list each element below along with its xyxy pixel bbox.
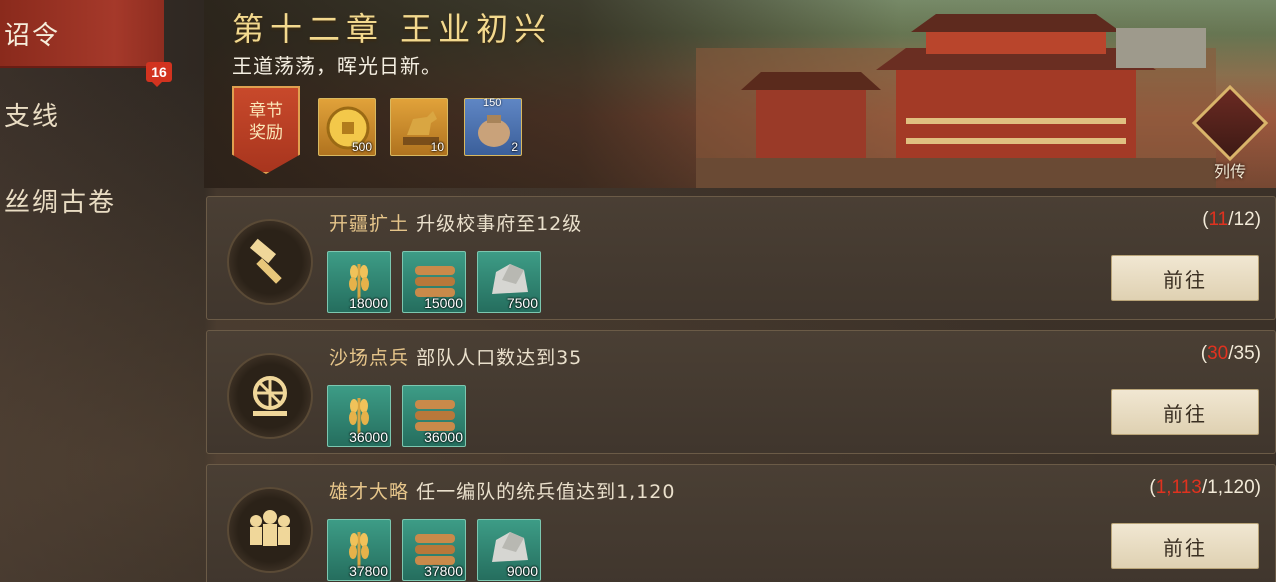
progress-current: 11 [1208, 209, 1229, 230]
task-icon [227, 487, 313, 573]
task-name: 开疆扩土 [329, 213, 410, 235]
reward-qty: 36000 [349, 429, 388, 445]
reward-qty: 36000 [424, 429, 463, 445]
go-button[interactable]: 前往 [1111, 389, 1259, 435]
sidebar-item-label: 丝绸古卷 [4, 187, 117, 218]
reward-wheat[interactable]: 36000 [327, 385, 391, 447]
notification-badge: 16 [146, 62, 172, 87]
reward-qty: 7500 [506, 295, 538, 311]
reward-wood[interactable]: 36000 [402, 385, 466, 447]
task-card: 雄才大略 任一编队的统兵值达到1,120 (1,113/1,120) 37800… [206, 464, 1276, 582]
task-name: 雄才大略 [329, 481, 410, 503]
reward-qty: 9000 [506, 563, 538, 579]
task-card: 沙场点兵 部队人口数达到35 (30/35) 36000 36000 前往 [206, 330, 1276, 454]
progress-total: 1,120 [1207, 477, 1255, 498]
progress-close: ) [1254, 343, 1261, 364]
go-button[interactable]: 前往 [1111, 255, 1259, 301]
biography-label: 列传 [1213, 162, 1246, 181]
task-progress: (30/35) [1201, 343, 1261, 365]
wheel-icon [253, 376, 287, 416]
task-title: 雄才大略 任一编队的统兵值达到1,120 [329, 477, 675, 504]
reward-qty: 37800 [349, 563, 388, 579]
reward-wheat[interactable]: 37800 [327, 519, 391, 581]
reward-wood[interactable]: 15000 [402, 251, 466, 313]
sidebar: 诏令 16 支线 丝绸古卷 [0, 0, 200, 582]
sidebar-item-branch[interactable]: 支线 [0, 84, 164, 144]
chapter-reward-tag: 章节 奖励 [232, 86, 300, 174]
sidebar-item-edict[interactable]: 诏令 [0, 0, 164, 68]
sidebar-item-label: 支线 [4, 101, 61, 132]
reward-sack[interactable]: 150 2 [464, 97, 522, 156]
chapter-title: 第十二章 王业初兴 [232, 10, 553, 48]
progress-current: 1,113 [1155, 477, 1202, 498]
progress-close: ) [1254, 209, 1261, 230]
reward-wheat[interactable]: 18000 [327, 251, 391, 313]
sidebar-item-label: 诏令 [4, 20, 61, 51]
reward-qty: 15000 [424, 295, 463, 311]
reward-bronze-horse[interactable]: 10 [390, 98, 448, 156]
task-name: 沙场点兵 [329, 347, 410, 369]
soldiers-icon [250, 510, 290, 546]
progress-current: 30 [1207, 343, 1229, 364]
task-desc: 部队人口数达到35 [416, 347, 583, 369]
reward-stone[interactable]: 7500 [477, 251, 541, 313]
task-icon [227, 219, 313, 305]
reward-tag-line: 奖励 [249, 123, 283, 143]
progress-close: ) [1254, 477, 1261, 498]
chapter-subtitle: 王道荡荡，晖光日新。 [232, 54, 442, 78]
task-card: 开疆扩土 升级校事府至12级 (11/12) 18000 15000 7500 … [206, 196, 1276, 320]
reward-qty: 37800 [424, 563, 463, 579]
progress-total: 35 [1233, 343, 1255, 364]
go-button[interactable]: 前往 [1111, 523, 1259, 569]
reward-qty: 500 [351, 140, 372, 154]
chapter-banner: 第十二章 王业初兴 王道荡荡，晖光日新。 章节 奖励 500 10 150 2 … [204, 0, 1276, 188]
task-desc: 任一编队的统兵值达到1,120 [416, 481, 676, 503]
reward-stone[interactable]: 9000 [477, 519, 541, 581]
sidebar-item-silk-scroll[interactable]: 丝绸古卷 [0, 170, 164, 230]
task-title: 开疆扩土 升级校事府至12级 [329, 209, 582, 236]
task-title: 沙场点兵 部队人口数达到35 [329, 343, 582, 370]
reward-qty: 18000 [349, 295, 388, 311]
biography-button[interactable]: 列传 [1190, 84, 1270, 182]
reward-wood[interactable]: 37800 [402, 519, 466, 581]
task-progress: (11/12) [1202, 209, 1261, 231]
reward-gold-coin[interactable]: 500 [318, 98, 376, 156]
reward-qty: 2 [511, 140, 518, 154]
task-progress: (1,113/1,120) [1149, 477, 1261, 499]
task-icon [227, 353, 313, 439]
palace-illustration [696, 14, 1216, 188]
reward-tag-line: 章节 [249, 101, 283, 121]
scroll-icon [1191, 84, 1269, 162]
reward-qty: 10 [430, 140, 444, 154]
task-desc: 升级校事府至12级 [416, 213, 583, 235]
hammer-icon [249, 238, 282, 284]
progress-total: 12 [1233, 209, 1255, 230]
